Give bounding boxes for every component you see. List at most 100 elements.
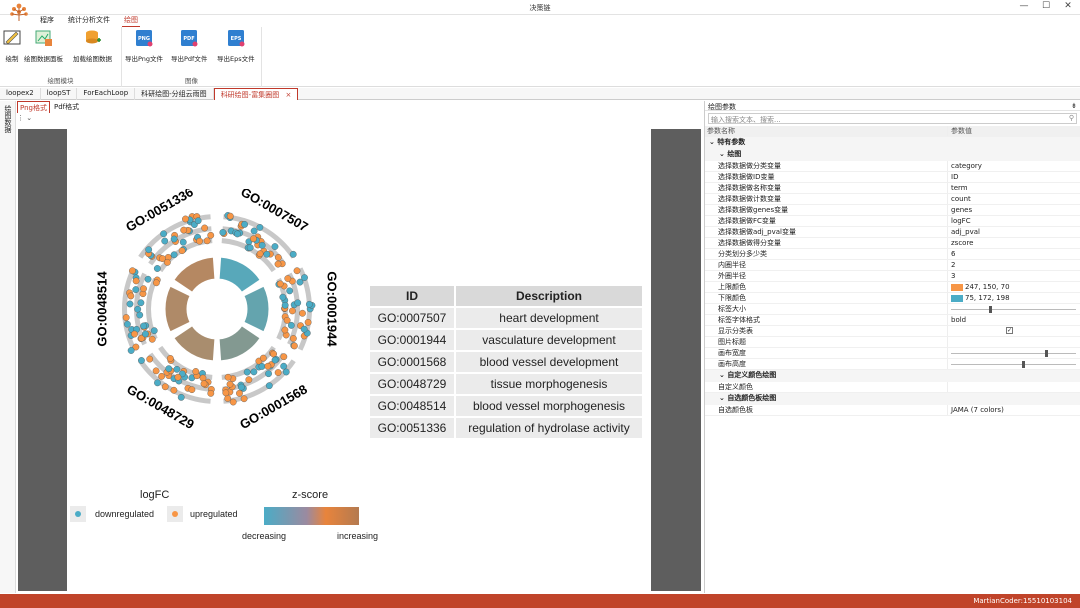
tab-foreachloop[interactable]: ForEachLoop (77, 88, 136, 100)
param-label-size[interactable]: 标签大小 (705, 304, 1080, 315)
gene-point (161, 383, 169, 391)
search-icon[interactable]: ⚲ (1069, 114, 1074, 122)
gene-point (279, 293, 287, 301)
gene-point (291, 342, 298, 350)
tab-enrichment-circle[interactable]: 科研绘图-富集圈图 × (213, 88, 299, 100)
data-panel-button[interactable]: 绘图数据面板 (24, 29, 63, 63)
collapse-icon: ⌄ (719, 394, 725, 402)
gene-point (236, 389, 243, 397)
tab-raincloud[interactable]: 科研绘图-分组云雨图 (135, 88, 214, 100)
gene-point (140, 285, 147, 293)
param-image-title[interactable]: 图片标题 (705, 337, 1080, 348)
draw-button[interactable]: 绘制 (3, 29, 21, 63)
maximize-button[interactable]: ☐ (1040, 1, 1052, 11)
category-custom-color[interactable]: ⌄ 自定义颜色绘图 (705, 370, 1080, 382)
go-id-cell: GO:0048729 (370, 374, 454, 394)
menu-stat-files[interactable]: 统计分析文件 (66, 15, 112, 27)
gene-point (163, 258, 171, 266)
data-dock-tab[interactable]: 绘图数据 (3, 105, 13, 133)
gene-point (238, 383, 245, 391)
go-description-cell: blood vessel development (456, 352, 642, 372)
collapse-icon: ⌄ (719, 371, 725, 379)
tab-loopst[interactable]: loopST (41, 88, 78, 100)
category-draw[interactable]: ⌄ 绘图 (705, 149, 1080, 161)
tab-close-icon[interactable]: × (285, 91, 291, 99)
gene-point (177, 393, 185, 401)
export-pdf-button[interactable]: PDF 导出Pdf文件 (171, 29, 207, 63)
tab-png[interactable]: Png格式 (17, 101, 50, 113)
minimize-button[interactable]: — (1018, 1, 1030, 11)
pin-icon[interactable]: ⇟ (1071, 102, 1077, 110)
param-row[interactable]: 分类划分多少类 6 (705, 249, 1080, 260)
gene-point (124, 320, 131, 328)
param-row[interactable]: 选择数据做得分变量 zscore (705, 238, 1080, 249)
param-row[interactable]: 选择数据做计数变量 count (705, 194, 1080, 205)
canvas-height-slider[interactable] (951, 361, 1076, 368)
show-category-checkbox[interactable]: ✓ (1006, 327, 1013, 334)
gene-point (165, 365, 173, 373)
gene-point (256, 224, 264, 231)
menu-program[interactable]: 程序 (38, 15, 56, 27)
param-upper-color[interactable]: 上限颜色 247, 150, 70 (705, 282, 1080, 293)
gene-point (256, 250, 264, 258)
menu-draw[interactable]: 绘图 (122, 15, 140, 27)
gene-point (136, 311, 144, 319)
zscore-legend: z-score decreasing increasing (237, 487, 397, 547)
param-palette[interactable]: 自选颜色板 JAMA (7 colors) (705, 405, 1080, 416)
export-eps-button[interactable]: EPS 导出Eps文件 (217, 29, 255, 63)
category-special-params[interactable]: ⌄ 特有参数 (705, 137, 1080, 149)
table-row: GO:0048514 blood vessel morphogenesis (370, 396, 642, 416)
gene-point (265, 382, 273, 390)
canvas-width-slider[interactable] (951, 350, 1076, 357)
gene-point (283, 316, 291, 324)
table-header-id: ID (370, 286, 454, 306)
draw-icon (3, 30, 21, 45)
param-label-font[interactable]: 标签字体格式 bold (705, 315, 1080, 326)
gene-point (259, 354, 267, 362)
param-show-category[interactable]: 显示分类表 ✓ (705, 326, 1080, 337)
table-row: GO:0051336 regulation of hydrolase activi… (370, 418, 642, 438)
export-png-button[interactable]: PNG 导出Png文件 (125, 29, 163, 63)
category-palette[interactable]: ⌄ 自选颜色板绘图 (705, 393, 1080, 405)
param-row[interactable]: 选择数据做ID变量 ID (705, 172, 1080, 183)
gene-point (281, 301, 289, 309)
param-custom-color[interactable]: 自定义颜色 (705, 382, 1080, 393)
tab-pdf[interactable]: Pdf格式 (52, 101, 81, 113)
gene-point (131, 330, 138, 338)
param-row[interactable]: 选择数据做FC变量 logFC (705, 216, 1080, 227)
go-id-cell: GO:0048514 (370, 396, 454, 416)
param-canvas-width[interactable]: 画布宽度 (705, 348, 1080, 359)
gene-point (289, 307, 296, 315)
param-lower-color[interactable]: 下限颜色 75, 172, 198 (705, 293, 1080, 304)
gene-point (122, 314, 130, 321)
gene-point (293, 267, 301, 275)
tab-loopex2[interactable]: loopex2 (0, 88, 41, 100)
param-row[interactable]: 内圈半径 2 (705, 260, 1080, 271)
param-row[interactable]: 选择数据做分类变量 category (705, 161, 1080, 172)
gene-point (294, 299, 302, 307)
close-button[interactable]: ✕ (1062, 1, 1074, 11)
param-row[interactable]: 外圈半径 3 (705, 271, 1080, 282)
upper-color-swatch (951, 283, 963, 291)
gene-point (170, 235, 178, 243)
logfc-legend: logFC downregulated upregulated (70, 487, 250, 537)
gene-point (289, 335, 297, 342)
ribbon-group-label: 绘图模块 (47, 77, 74, 85)
gene-point (144, 275, 152, 283)
viewer-toolbar[interactable]: ⋮ ⌄ (17, 114, 32, 124)
param-row[interactable]: 选择数据做adj_pval变量 adj_pval (705, 227, 1080, 238)
gene-point (126, 300, 134, 308)
load-data-button[interactable]: 加载绘图数据 (73, 29, 112, 63)
gene-point (134, 305, 142, 313)
go-description-cell: heart development (456, 308, 642, 328)
param-row[interactable]: 选择数据做genes变量 genes (705, 205, 1080, 216)
gene-point (137, 299, 145, 307)
param-row[interactable]: 选择数据做名称变量 term (705, 183, 1080, 194)
gene-point (154, 379, 161, 387)
pdf-file-icon: PDF (181, 30, 198, 47)
param-canvas-height[interactable]: 画布高度 (705, 359, 1080, 370)
label-size-slider[interactable] (951, 306, 1076, 313)
gene-point (229, 398, 237, 406)
category-label: GO:0048514 (94, 271, 109, 347)
panel-search-input[interactable]: 输入搜索文本、搜索... ⚲ (708, 113, 1077, 124)
